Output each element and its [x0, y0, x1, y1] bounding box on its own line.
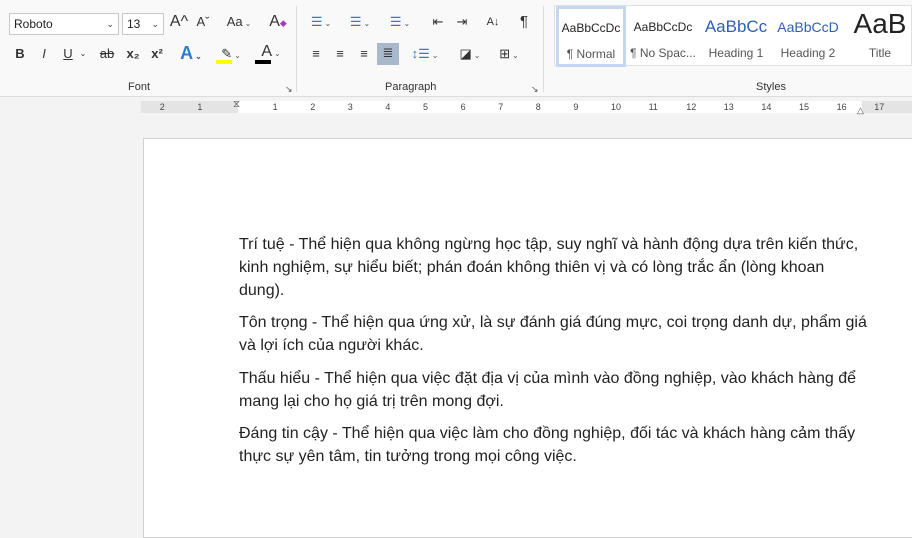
- ruler-tick-label: 9: [573, 102, 579, 112]
- style-title[interactable]: AaB Title: [847, 6, 912, 67]
- ruler-tick-label: 12: [686, 102, 697, 112]
- ribbon: Roboto ⌄ 13 ⌄ A^ Aˇ Aa ⌄ A◆ B I U ⌄ ab x₂ x…: [0, 0, 912, 97]
- ruler-tick-label: 6: [460, 102, 466, 112]
- font-size-dropdown[interactable]: 13 ⌄: [122, 13, 164, 35]
- ruler-tick-label: 3: [347, 102, 353, 112]
- divider: [296, 6, 297, 92]
- text-effects-icon: A: [180, 43, 194, 63]
- font-name-value: Roboto: [14, 17, 53, 31]
- align-right-button[interactable]: ≡: [354, 44, 374, 66]
- indent-marker-icon[interactable]: ⧖: [233, 99, 240, 110]
- bullets-button[interactable]: ☰ ⌄: [306, 12, 336, 34]
- ruler-tick-label: 8: [535, 102, 541, 112]
- divider: [543, 6, 544, 92]
- show-formatting-button[interactable]: ¶: [514, 12, 534, 34]
- ruler-track: [141, 101, 912, 113]
- chevron-down-icon: ⌄: [106, 19, 114, 29]
- ruler-tick-label: 15: [799, 102, 810, 112]
- highlight-swatch: [216, 60, 232, 64]
- style-name: Title: [868, 46, 892, 60]
- chevron-down-icon: ⌄: [195, 52, 202, 61]
- style-name: Heading 1: [708, 46, 764, 60]
- style-heading-1[interactable]: AaBbCc Heading 1: [703, 6, 769, 67]
- style-name: ¶ Normal: [566, 47, 616, 61]
- paragraph[interactable]: Thấu hiểu - Thể hiện qua việc đặt địa vị…: [239, 367, 867, 413]
- clear-formatting-button[interactable]: A◆: [268, 12, 288, 34]
- borders-button[interactable]: ⊞ ⌄: [494, 44, 524, 66]
- style-name: ¶ No Spac...: [630, 46, 696, 60]
- align-left-button[interactable]: ≡: [306, 44, 326, 66]
- font-group-label: Font: [128, 81, 151, 93]
- eraser-icon: ◆: [279, 18, 287, 28]
- font-color-icon: A: [261, 43, 272, 60]
- paragraph-group-label: Paragraph: [385, 81, 437, 93]
- change-case-button[interactable]: Aa ⌄: [224, 12, 254, 34]
- style-preview: AaBbCcDc: [633, 20, 693, 34]
- chevron-down-icon: ⌄: [244, 19, 252, 28]
- ruler-tick-label: 13: [723, 102, 734, 112]
- ruler-right-margin: [862, 101, 912, 113]
- ruler-tick-label: 16: [836, 102, 847, 112]
- font-size-value: 13: [127, 17, 141, 31]
- superscript-button[interactable]: x²: [148, 44, 166, 66]
- ruler-tick-label: 1: [272, 102, 278, 112]
- paragraph[interactable]: Tôn trọng - Thể hiện qua ứng xử, là sự đ…: [239, 311, 867, 357]
- ruler-tick-label: 1: [197, 102, 203, 112]
- font-name-dropdown[interactable]: Roboto ⌄: [9, 13, 119, 35]
- font-dialog-launcher-icon[interactable]: ↘: [285, 84, 293, 95]
- styles-gallery: AaBbCcDc ¶ Normal AaBbCcDc ¶ No Spac... Aa…: [554, 5, 912, 67]
- clear-format-icon: A: [269, 13, 280, 30]
- bold-button[interactable]: B: [12, 44, 28, 66]
- ruler-tick-label: 11: [648, 102, 658, 112]
- ruler-tick-label: 17: [874, 102, 885, 112]
- subscript-button[interactable]: x₂: [124, 44, 142, 66]
- chevron-down-icon: ⌄: [273, 49, 281, 58]
- line-spacing-button[interactable]: ↕☰ ⌄: [410, 44, 440, 66]
- ruler-tick-label: 5: [423, 102, 429, 112]
- ruler-tick-label: 2: [159, 102, 165, 112]
- chevron-down-icon: ⌄: [234, 51, 241, 60]
- underline-chevron-icon[interactable]: ⌄: [78, 44, 88, 66]
- grow-font-button[interactable]: A^: [169, 12, 189, 34]
- styles-group-label: Styles: [756, 81, 786, 93]
- style-preview: AaB: [853, 8, 907, 39]
- style-normal[interactable]: AaBbCcDc ¶ Normal: [556, 6, 626, 67]
- ruler-tick-label: 10: [611, 102, 622, 112]
- paragraph-dialog-launcher-icon[interactable]: ↘: [531, 84, 539, 95]
- shrink-font-button[interactable]: Aˇ: [193, 12, 213, 34]
- increase-indent-button[interactable]: ⇥: [452, 12, 472, 34]
- shading-button[interactable]: ◪ ⌄: [455, 44, 485, 66]
- ruler-tick-label: 4: [385, 102, 391, 112]
- sort-button[interactable]: A↓: [482, 12, 504, 34]
- align-center-button[interactable]: ≡: [330, 44, 350, 66]
- ruler-tick-label: 7: [498, 102, 504, 112]
- style-preview: AaBbCcDc: [561, 21, 621, 35]
- decrease-indent-button[interactable]: ⇤: [428, 12, 448, 34]
- text-effects-button[interactable]: A ⌄: [176, 43, 206, 65]
- style-heading-2[interactable]: AaBbCcD Heading 2: [775, 6, 841, 67]
- ruler-tick-label: 14: [761, 102, 772, 112]
- numbering-button[interactable]: ☰ ⌄: [345, 12, 375, 34]
- font-color-swatch: [255, 60, 271, 64]
- ruler-left-margin: [141, 101, 238, 113]
- strikethrough-button[interactable]: ab: [98, 44, 116, 66]
- paragraph[interactable]: Đáng tin cậy - Thể hiện qua việc làm cho…: [239, 422, 867, 468]
- style-preview: AaBbCc: [704, 17, 768, 36]
- multilevel-list-button[interactable]: ☰ ⌄: [385, 12, 415, 34]
- style-name: Heading 2: [780, 46, 836, 60]
- horizontal-ruler[interactable]: 2 1 1 2 3 4 5 6 7 8 9 10 11 12 13 14 15 16 17 ⧖ △: [0, 98, 912, 118]
- paragraph[interactable]: Trí tuệ - Thể hiện qua không ngừng học t…: [239, 233, 867, 302]
- ruler-tick-label: 2: [310, 102, 316, 112]
- right-indent-marker-icon[interactable]: △: [857, 105, 864, 116]
- change-case-label: Aa: [226, 14, 243, 29]
- underline-button[interactable]: U: [60, 44, 76, 66]
- justify-button[interactable]: ≣: [377, 43, 399, 65]
- italic-button[interactable]: I: [36, 44, 52, 66]
- highlighter-icon: ✎: [221, 46, 233, 61]
- chevron-down-icon: ⌄: [151, 19, 159, 29]
- style-no-spacing[interactable]: AaBbCcDc ¶ No Spac...: [629, 6, 697, 67]
- style-preview: AaBbCcD: [777, 19, 839, 35]
